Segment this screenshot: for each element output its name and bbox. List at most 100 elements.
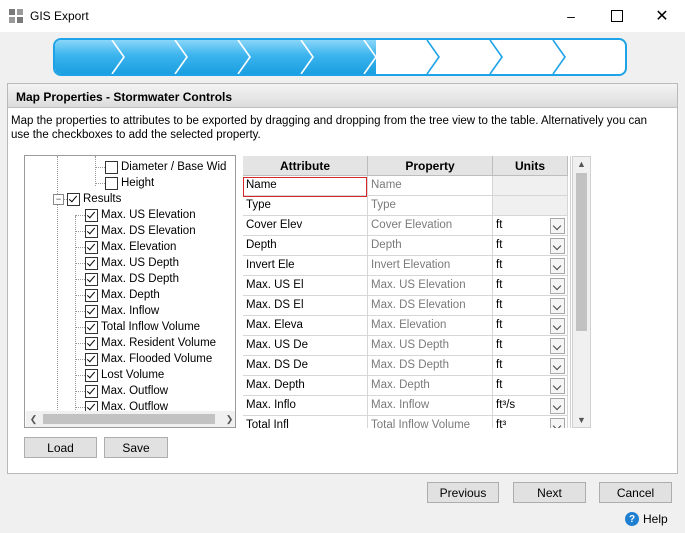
minimize-button[interactable]: –: [548, 0, 594, 32]
help-link[interactable]: ? Help: [625, 512, 668, 526]
tree-item[interactable]: Max. Depth: [85, 287, 160, 303]
attribute-cell[interactable]: Max. US El: [243, 276, 368, 296]
collapse-icon[interactable]: −: [53, 194, 64, 205]
property-tree[interactable]: Diameter / Base Wid Height Results − Max. US…: [24, 155, 236, 428]
tree-item[interactable]: Results: [67, 191, 121, 207]
table-row[interactable]: Max. US El Max. US Elevation ft: [243, 276, 568, 296]
units-cell[interactable]: ft: [493, 256, 568, 276]
chevron-down-icon[interactable]: [550, 358, 565, 374]
table-row[interactable]: Total Infl Total Inflow Volume ft³: [243, 416, 568, 428]
close-button[interactable]: ✕: [639, 0, 685, 32]
table-row[interactable]: Max. Depth Max. Depth ft: [243, 376, 568, 396]
attribute-cell[interactable]: Type: [243, 196, 368, 216]
attribute-cell[interactable]: Total Infl: [243, 416, 368, 428]
tree-item[interactable]: Max. Inflow: [85, 303, 159, 319]
chevron-down-icon[interactable]: [550, 218, 565, 234]
header-units[interactable]: Units: [493, 156, 568, 176]
attribute-cell[interactable]: Invert Ele: [243, 256, 368, 276]
attribute-cell[interactable]: Max. US De: [243, 336, 368, 356]
tree-item[interactable]: Max. US Elevation: [85, 207, 196, 223]
checkbox-checked-icon[interactable]: [85, 320, 98, 334]
chevron-down-icon[interactable]: [550, 298, 565, 314]
checkbox-checked-icon[interactable]: [85, 352, 98, 366]
units-cell[interactable]: ft: [493, 296, 568, 316]
grid-vertical-scrollbar[interactable]: ▲ ▼: [572, 156, 591, 428]
tree-item[interactable]: Lost Volume: [85, 367, 164, 383]
tree-horizontal-scrollbar[interactable]: ❮ ❯: [26, 411, 235, 427]
table-row[interactable]: Invert Ele Invert Elevation ft: [243, 256, 568, 276]
table-row[interactable]: Type Type: [243, 196, 568, 216]
tree-item[interactable]: Max. Resident Volume: [85, 335, 216, 351]
units-cell[interactable]: ft: [493, 356, 568, 376]
checkbox-checked-icon[interactable]: [85, 368, 98, 382]
table-row[interactable]: Depth Depth ft: [243, 236, 568, 256]
grid-scroll-thumb[interactable]: [576, 173, 587, 331]
units-cell[interactable]: ft: [493, 236, 568, 256]
scroll-up-arrow-icon[interactable]: ▲: [573, 157, 590, 171]
checkbox-checked-icon[interactable]: [85, 336, 98, 350]
checkbox-checked-icon[interactable]: [67, 192, 80, 206]
units-cell[interactable]: ft³: [493, 416, 568, 428]
attribute-grid[interactable]: Attribute Property Units Name Name Type Typ…: [243, 156, 571, 428]
checkbox-checked-icon[interactable]: [85, 288, 98, 302]
checkbox-empty-icon[interactable]: [105, 176, 118, 190]
checkbox-checked-icon[interactable]: [85, 240, 98, 254]
next-button[interactable]: Next: [513, 482, 586, 503]
tree-item[interactable]: Total Inflow Volume: [85, 319, 200, 335]
maximize-button[interactable]: [594, 0, 640, 32]
tree-item[interactable]: Max. Flooded Volume: [85, 351, 212, 367]
scroll-left-arrow-icon[interactable]: ❮: [26, 411, 41, 427]
table-row[interactable]: Max. Inflo Max. Inflow ft³/s: [243, 396, 568, 416]
header-attribute[interactable]: Attribute: [243, 156, 368, 176]
chevron-down-icon[interactable]: [550, 338, 565, 354]
tree-item[interactable]: Height: [105, 175, 154, 191]
attribute-cell[interactable]: Max. Depth: [243, 376, 368, 396]
table-row[interactable]: Max. US De Max. US Depth ft: [243, 336, 568, 356]
tree-item-label: Max. US Elevation: [101, 209, 196, 221]
units-cell[interactable]: ft³/s: [493, 396, 568, 416]
attribute-cell[interactable]: Max. DS El: [243, 296, 368, 316]
tree-item[interactable]: Max. DS Depth: [85, 271, 179, 287]
checkbox-empty-icon[interactable]: [105, 160, 118, 174]
tree-item[interactable]: Max. DS Elevation: [85, 223, 196, 239]
units-cell[interactable]: ft: [493, 336, 568, 356]
checkbox-checked-icon[interactable]: [85, 224, 98, 238]
tree-item[interactable]: Max. Outflow: [85, 383, 168, 399]
cancel-button[interactable]: Cancel: [599, 482, 672, 503]
attribute-cell[interactable]: Cover Elev: [243, 216, 368, 236]
attribute-cell[interactable]: Max. Inflo: [243, 396, 368, 416]
table-row[interactable]: Max. Eleva Max. Elevation ft: [243, 316, 568, 336]
header-property[interactable]: Property: [368, 156, 493, 176]
checkbox-checked-icon[interactable]: [85, 272, 98, 286]
scroll-down-arrow-icon[interactable]: ▼: [573, 413, 590, 427]
previous-button[interactable]: Previous: [427, 482, 499, 503]
load-button[interactable]: Load: [24, 437, 97, 458]
save-button[interactable]: Save: [104, 437, 168, 458]
attribute-cell[interactable]: Max. DS De: [243, 356, 368, 376]
chevron-down-icon[interactable]: [550, 258, 565, 274]
tree-item[interactable]: Max. Elevation: [85, 239, 176, 255]
tree-hscroll-thumb[interactable]: [43, 414, 215, 424]
chevron-down-icon[interactable]: [550, 238, 565, 254]
tree-item[interactable]: Max. US Depth: [85, 255, 179, 271]
chevron-down-icon[interactable]: [550, 378, 565, 394]
attribute-cell[interactable]: Max. Eleva: [243, 316, 368, 336]
checkbox-checked-icon[interactable]: [85, 256, 98, 270]
units-cell[interactable]: ft: [493, 316, 568, 336]
chevron-down-icon[interactable]: [550, 278, 565, 294]
table-row[interactable]: Max. DS De Max. DS Depth ft: [243, 356, 568, 376]
chevron-down-icon[interactable]: [550, 398, 565, 414]
checkbox-checked-icon[interactable]: [85, 384, 98, 398]
tree-item[interactable]: Diameter / Base Wid: [105, 159, 226, 175]
units-cell[interactable]: ft: [493, 216, 568, 236]
checkbox-checked-icon[interactable]: [85, 208, 98, 222]
chevron-down-icon[interactable]: [550, 418, 565, 428]
units-cell[interactable]: ft: [493, 376, 568, 396]
attribute-cell[interactable]: Depth: [243, 236, 368, 256]
table-row[interactable]: Max. DS El Max. DS Elevation ft: [243, 296, 568, 316]
scroll-right-arrow-icon[interactable]: ❯: [222, 411, 235, 427]
units-cell[interactable]: ft: [493, 276, 568, 296]
table-row[interactable]: Cover Elev Cover Elevation ft: [243, 216, 568, 236]
checkbox-checked-icon[interactable]: [85, 304, 98, 318]
chevron-down-icon[interactable]: [550, 318, 565, 334]
